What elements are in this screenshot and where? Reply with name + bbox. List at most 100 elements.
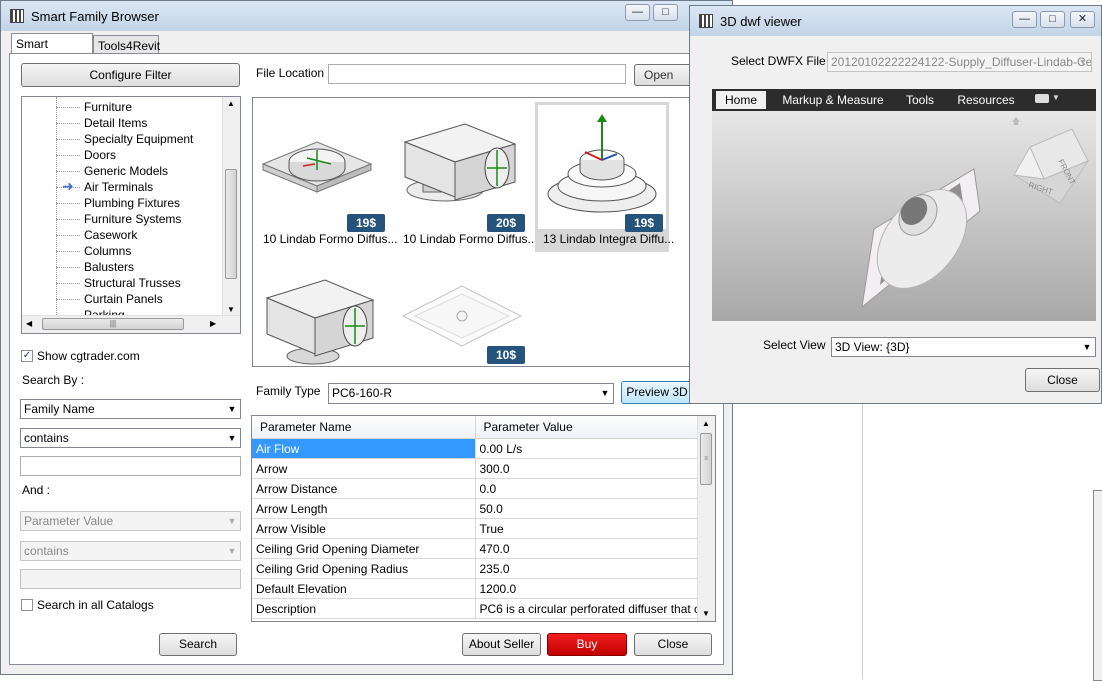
about-seller-button[interactable]: About Seller xyxy=(462,633,541,656)
parameter-value-cell[interactable]: 0.0 xyxy=(475,478,699,499)
tree-item[interactable]: Detail Items xyxy=(84,116,147,130)
column-header-parameter-value[interactable]: Parameter Value xyxy=(475,416,699,439)
parameter-name-cell[interactable]: Arrow xyxy=(252,458,476,479)
tree-item[interactable]: Columns xyxy=(84,244,131,258)
parameter-value-cell[interactable]: 0.00 L/s xyxy=(475,438,699,459)
view-select[interactable]: 3D View: {3D} ▼ xyxy=(831,337,1096,357)
ribbon-tab[interactable]: Resources xyxy=(946,91,1026,109)
search-field-select[interactable]: Family Name ▼ xyxy=(20,399,241,419)
tree-item[interactable]: Curtain Panels xyxy=(84,292,163,306)
search-text-input[interactable] xyxy=(20,456,241,476)
chevron-down-icon[interactable]: ▼ xyxy=(1052,93,1060,102)
operator-select[interactable]: contains ▼ xyxy=(20,428,241,448)
button-label: Close xyxy=(657,637,689,651)
search-all-checkbox[interactable] xyxy=(21,599,33,611)
family-type-select[interactable]: PC6-160-R ▼ xyxy=(328,383,614,404)
scroll-down-arrow[interactable]: ▼ xyxy=(702,609,710,618)
column-header-parameter-name[interactable]: Parameter Name xyxy=(252,416,476,439)
parameter-name-cell[interactable]: Arrow Visible xyxy=(252,518,476,539)
thumbnail-card[interactable]: 20$ 10 Lindab Formo Diffus... xyxy=(395,102,538,252)
parameter-row[interactable]: Air Flow 0.00 L/s xyxy=(252,438,699,459)
tree-item[interactable]: Plumbing Fixtures xyxy=(84,196,180,210)
ribbon-tab[interactable]: Markup & Measure xyxy=(774,91,892,109)
parameter-value-cell[interactable]: 1200.0 xyxy=(475,578,699,599)
search-by-label: Search By : xyxy=(22,373,85,387)
close-button[interactable]: Close xyxy=(634,633,712,656)
tab-smart-browser[interactable]: Smart Browser xyxy=(11,33,93,65)
thumbnail-card[interactable]: 10$ xyxy=(395,264,529,366)
scroll-left-arrow[interactable]: ◀ xyxy=(26,319,32,328)
parameter-row[interactable]: Description PC6 is a circular perforated … xyxy=(252,598,699,619)
parameter-name-cell[interactable]: Default Elevation xyxy=(252,578,476,599)
viewer-close-button[interactable]: Close xyxy=(1025,368,1100,392)
file-location-input[interactable] xyxy=(328,64,626,84)
tab-tools4revit[interactable]: Tools4Revit xyxy=(93,35,160,53)
parameter-row[interactable]: Arrow Distance 0.0 xyxy=(252,478,699,499)
minimize-button[interactable]: — xyxy=(1012,11,1037,28)
scroll-thumb[interactable] xyxy=(225,169,237,279)
grid-vertical-scrollbar[interactable]: ▲ ≡ ▼ xyxy=(697,416,715,621)
parameter-value-cell[interactable]: True xyxy=(475,518,699,539)
parameter-value-cell[interactable]: 50.0 xyxy=(475,498,699,519)
tree-item[interactable]: Doors xyxy=(84,148,116,162)
viewer-canvas[interactable]: Home Markup & Measure Tools Resources ▼ FRO… xyxy=(712,89,1096,321)
parameter-name-cell[interactable]: Description xyxy=(252,598,476,619)
parameter-name-cell[interactable]: Ceiling Grid Opening Diameter xyxy=(252,538,476,559)
parameter-name-cell[interactable]: Ceiling Grid Opening Radius xyxy=(252,558,476,579)
viewcube-icon[interactable]: FRONT RIGHT xyxy=(1002,117,1092,217)
parameter-row[interactable]: Ceiling Grid Opening Radius 235.0 xyxy=(252,558,699,579)
parameter-value-cell[interactable]: 235.0 xyxy=(475,558,699,579)
parameter-row[interactable]: Arrow 300.0 xyxy=(252,458,699,479)
maximize-button[interactable]: □ xyxy=(653,4,678,21)
buy-button[interactable]: Buy xyxy=(547,633,627,656)
ribbon-menu-icon[interactable] xyxy=(1035,94,1049,103)
parameter-value-cell[interactable]: PC6 is a circular perforated diffuser th… xyxy=(475,598,699,619)
horizontal-scrollbar[interactable]: ◀ ||| ▶ xyxy=(22,315,240,333)
scroll-up-arrow[interactable]: ▲ xyxy=(227,99,235,108)
tree-connector xyxy=(56,219,80,220)
tree-item[interactable]: Balusters xyxy=(84,260,134,274)
category-tree[interactable]: Furniture Detail Items Specialty Equipment… xyxy=(21,96,241,334)
scroll-right-arrow[interactable]: ▶ xyxy=(210,319,216,328)
tree-item[interactable]: Structural Trusses xyxy=(84,276,181,290)
show-cgtrader-checkbox[interactable]: ✓ xyxy=(21,350,33,362)
vertical-scrollbar[interactable]: ▲ ▼ xyxy=(222,97,240,316)
parameter-name-cell[interactable]: Air Flow xyxy=(252,438,476,459)
tree-item[interactable]: Furniture xyxy=(84,100,132,114)
thumbnail-card[interactable] xyxy=(255,264,389,366)
tree-item[interactable]: Casework xyxy=(84,228,137,242)
parameter-name-cell[interactable]: Arrow Length xyxy=(252,498,476,519)
open-folder-button[interactable]: Open Fol xyxy=(634,64,694,86)
parameter-row[interactable]: Arrow Visible True xyxy=(252,518,699,539)
maximize-button[interactable]: □ xyxy=(1040,11,1065,28)
dwfx-file-select[interactable]: 20120102222224122-Supply_Diffuser-Lindab… xyxy=(827,52,1092,72)
minimize-button[interactable]: — xyxy=(625,4,650,21)
ribbon-tab[interactable]: Tools xyxy=(898,91,942,109)
tree-item[interactable]: Furniture Systems xyxy=(84,212,181,226)
tree-item[interactable]: Generic Models xyxy=(84,164,168,178)
arrow-right-icon: ➜ xyxy=(62,178,74,194)
close-window-button[interactable]: ✕ xyxy=(1070,11,1095,28)
second-field-select[interactable]: Parameter Value ▼ xyxy=(20,511,241,531)
configure-filter-button[interactable]: Configure Filter xyxy=(21,63,240,87)
parameter-value-cell[interactable]: 300.0 xyxy=(475,458,699,479)
parameter-row[interactable]: Ceiling Grid Opening Diameter 470.0 xyxy=(252,538,699,559)
parameter-row[interactable]: Arrow Length 50.0 xyxy=(252,498,699,519)
parameter-value-cell[interactable]: 470.0 xyxy=(475,538,699,559)
thumbnail-card-selected[interactable]: 19$ 13 Lindab Integra Diffu... xyxy=(535,102,674,252)
tree-item[interactable]: Air Terminals xyxy=(84,180,153,194)
search-button[interactable]: Search xyxy=(159,633,237,656)
preview-3d-button[interactable]: Preview 3D xyxy=(621,381,693,404)
second-operator-select[interactable]: contains ▼ xyxy=(20,541,241,561)
scroll-thumb[interactable]: ≡ xyxy=(700,433,712,485)
tree-item[interactable]: Specialty Equipment xyxy=(84,132,193,146)
scroll-up-arrow[interactable]: ▲ xyxy=(702,419,710,428)
ribbon-tab[interactable]: Home xyxy=(716,91,766,109)
second-search-input[interactable] xyxy=(20,569,241,589)
parameter-row[interactable]: Default Elevation 1200.0 xyxy=(252,578,699,599)
button-label: Close xyxy=(1047,373,1078,387)
thumbnail-card[interactable]: 19$ 10 Lindab Formo Diffus... xyxy=(255,102,398,252)
scroll-thumb-h[interactable]: ||| xyxy=(42,318,184,330)
parameter-name-cell[interactable]: Arrow Distance xyxy=(252,478,476,499)
scroll-down-arrow[interactable]: ▼ xyxy=(227,305,235,314)
